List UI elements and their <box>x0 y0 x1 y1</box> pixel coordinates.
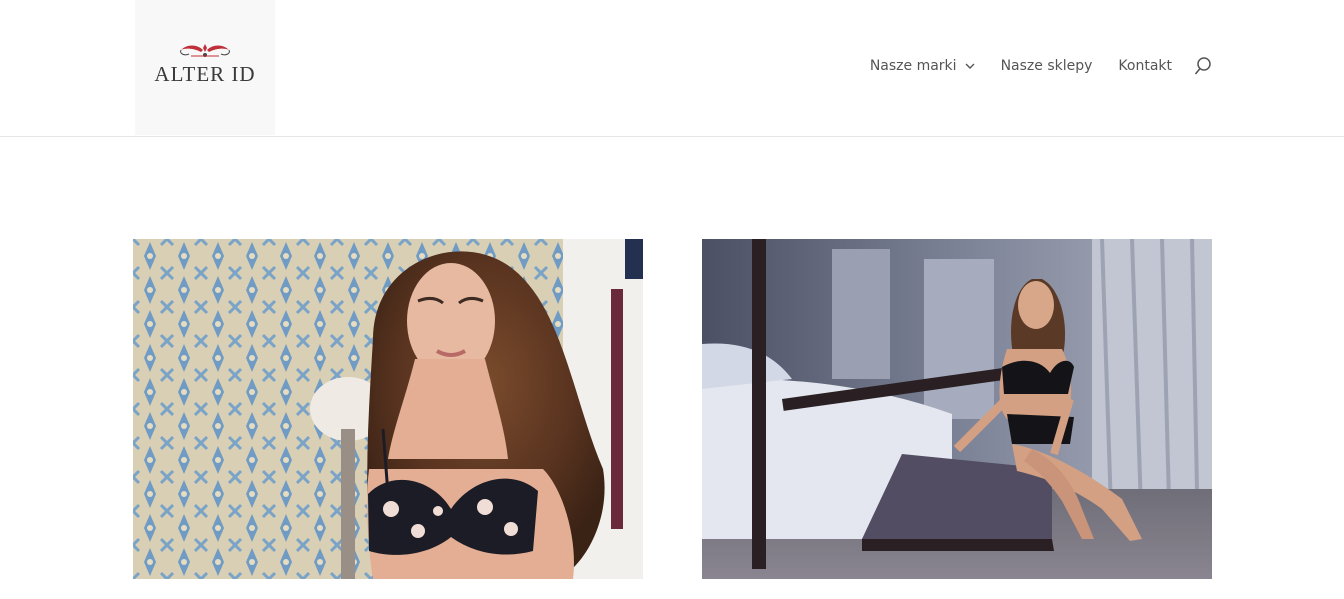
featured-image-card[interactable] <box>133 239 643 579</box>
nav-item-label: Nasze sklepy <box>1000 58 1093 74</box>
search-icon[interactable] <box>1194 56 1212 76</box>
main-navigation: Nasze marki Nasze sklepy Kontakt <box>870 56 1212 76</box>
logo-text: ALTER ID <box>154 62 256 86</box>
nav-item-kontakt[interactable]: Kontakt <box>1118 58 1172 74</box>
nav-item-label: Nasze marki <box>869 58 957 74</box>
site-logo[interactable]: ALTER ID <box>135 0 275 135</box>
logo-ornament-icon <box>180 44 230 57</box>
chevron-down-icon <box>965 63 975 69</box>
nav-item-label: Kontakt <box>1118 58 1172 74</box>
featured-image-card[interactable] <box>702 239 1212 579</box>
photo-woman-black-lingerie-bedroom <box>702 239 1212 579</box>
nav-item-nasze-sklepy[interactable]: Nasze sklepy <box>1001 58 1093 74</box>
photo-woman-floral-bra <box>133 239 643 579</box>
nav-item-nasze-marki[interactable]: Nasze marki <box>870 58 975 74</box>
site-header: ALTER ID Nasze marki Nasze sklepy Kontak… <box>0 0 1344 137</box>
